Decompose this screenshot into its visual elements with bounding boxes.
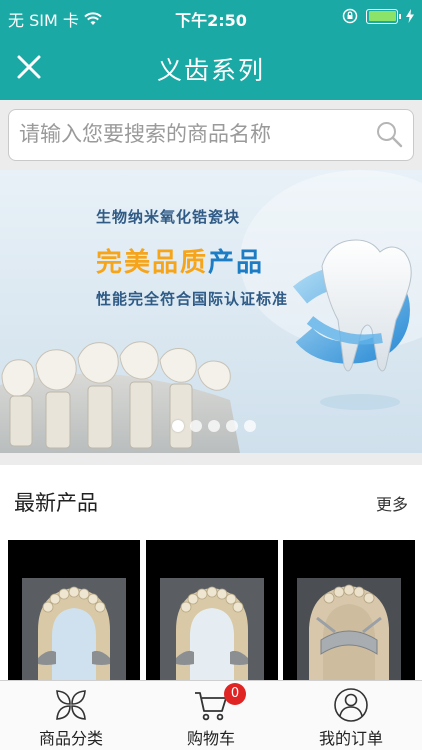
carousel-dots[interactable] [172, 420, 256, 432]
more-link[interactable]: 更多 [376, 491, 408, 515]
promo-banner[interactable]: 生物纳米氧化锆瓷块 完美品质产品 性能完全符合国际认证标准 [0, 170, 422, 453]
banner-line-3: 性能完全符合国际认证标准 [96, 290, 289, 308]
product-image [283, 540, 415, 680]
category-icon [56, 690, 86, 720]
tab-label: 商品分类 [38, 729, 103, 748]
search-box[interactable] [8, 109, 414, 161]
carousel-dot[interactable] [244, 420, 256, 432]
nav-bar: 义齿系列 [0, 36, 422, 100]
carousel-dot[interactable] [190, 420, 202, 432]
carousel-dot[interactable] [172, 420, 184, 432]
search-area [0, 100, 422, 170]
tab-categories[interactable]: 商品分类 [1, 681, 141, 750]
tab-orders[interactable]: 我的订单 [281, 681, 421, 750]
section-divider [0, 453, 422, 465]
banner-line-1: 生物纳米氧化锆瓷块 [96, 208, 241, 226]
tab-bar: 商品分类 0 购物车 我的订单 [0, 680, 422, 750]
status-right [342, 8, 414, 24]
search-input[interactable] [19, 110, 369, 158]
tab-label: 我的订单 [318, 729, 383, 748]
rotation-lock-icon [342, 8, 358, 24]
product-card[interactable] [283, 540, 415, 680]
tab-label: 购物车 [186, 729, 235, 748]
cart-badge: 0 [224, 683, 246, 705]
product-card[interactable] [8, 540, 140, 680]
product-card[interactable] [146, 540, 278, 680]
product-image [8, 540, 140, 680]
battery-icon [366, 8, 401, 24]
product-image [146, 540, 278, 680]
banner-headline-yellow: 完美品质 [96, 248, 209, 278]
page-title: 义齿系列 [156, 56, 265, 85]
search-icon[interactable] [375, 120, 403, 148]
carousel-dot[interactable] [226, 420, 238, 432]
user-icon [334, 688, 368, 722]
latest-products-section: 最新产品 更多 [0, 465, 422, 680]
section-title: 最新产品 [14, 491, 98, 515]
tab-cart[interactable]: 0 购物车 [141, 681, 281, 750]
charging-icon [406, 9, 414, 23]
status-bar: 无 SIM 卡 下午2:50 [0, 0, 422, 36]
banner-headline-blue: 产品 [208, 248, 265, 278]
carousel-dot[interactable] [208, 420, 220, 432]
banner-headline: 完美品质产品 [96, 242, 264, 279]
